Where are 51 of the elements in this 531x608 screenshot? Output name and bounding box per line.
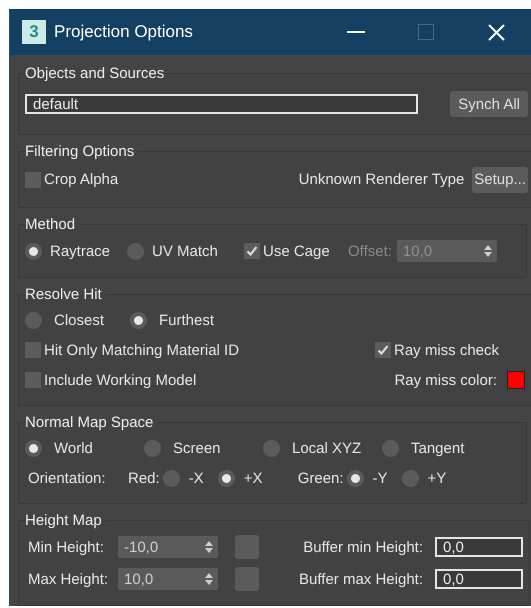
radio-option[interactable]: Closest bbox=[25, 312, 104, 328]
offset-label: Offset: bbox=[348, 242, 392, 260]
buffer-height-label: Buffer min Height: bbox=[303, 538, 423, 556]
renderer-label: Unknown Renderer Type bbox=[298, 171, 464, 188]
buffer-height-field[interactable]: 0,0 bbox=[435, 569, 523, 589]
checkmark-icon bbox=[377, 344, 389, 356]
minimize-icon bbox=[347, 31, 365, 33]
radio-option[interactable]: +Y bbox=[402, 470, 446, 486]
ray-miss-color-label: Ray miss color: bbox=[394, 372, 497, 388]
height-label: Min Height: bbox=[28, 538, 104, 556]
height-spinner[interactable]: 10,0 bbox=[118, 568, 218, 590]
section-title: Filtering Options bbox=[25, 143, 136, 160]
spinner-arrows-icon[interactable] bbox=[205, 573, 213, 585]
section-title: Objects and Sources bbox=[25, 65, 166, 82]
checkmark-icon bbox=[246, 245, 258, 257]
synch-all-button[interactable]: Synch All bbox=[450, 91, 528, 117]
height-spinner[interactable]: -10,0 bbox=[118, 536, 218, 558]
section-title: Method bbox=[25, 216, 76, 233]
radio-option[interactable]: Tangent bbox=[382, 440, 464, 456]
radio-option[interactable]: World bbox=[25, 440, 93, 456]
color-swatch[interactable] bbox=[507, 371, 525, 389]
channel-label: Green: bbox=[298, 470, 344, 486]
height-label: Max Height: bbox=[28, 570, 108, 588]
section-title: Height Map bbox=[25, 512, 103, 529]
radio-option[interactable]: UV Match bbox=[127, 242, 218, 260]
radio-option[interactable]: +X bbox=[218, 470, 262, 486]
section-title: Resolve Hit bbox=[25, 286, 103, 303]
channel-label: Red: bbox=[128, 470, 160, 486]
close-icon bbox=[488, 24, 504, 40]
orientation-label: Orientation: bbox=[28, 470, 106, 486]
buffer-height-label: Buffer max Height: bbox=[299, 570, 423, 588]
radio-option[interactable]: -Y bbox=[346, 470, 388, 486]
radio-option[interactable]: -X bbox=[162, 470, 204, 486]
setup-button[interactable]: Setup... bbox=[472, 166, 528, 192]
radio-option[interactable]: Local XYZ bbox=[263, 440, 362, 456]
buffer-height-field[interactable]: 0,0 bbox=[435, 537, 523, 557]
radio-option[interactable]: Furthest bbox=[130, 312, 214, 328]
app-icon: 3 bbox=[22, 20, 46, 44]
name-field[interactable]: default bbox=[25, 94, 418, 114]
spinner-arrows-icon[interactable] bbox=[205, 541, 213, 553]
checkbox-option[interactable]: Use Cage bbox=[244, 242, 330, 260]
window-title: Projection Options bbox=[54, 22, 194, 42]
section-title: Normal Map Space bbox=[25, 414, 154, 431]
maximize-icon bbox=[418, 24, 434, 40]
radio-option[interactable]: Raytrace bbox=[25, 242, 110, 260]
checkbox-option[interactable]: Hit Only Matching Material ID bbox=[25, 342, 240, 358]
checkbox-option[interactable]: Include Working Model bbox=[25, 372, 196, 388]
spinner-arrows-icon[interactable] bbox=[484, 245, 492, 257]
checkbox-option[interactable]: Crop Alpha bbox=[25, 171, 118, 188]
checkbox-option[interactable]: Ray miss check bbox=[375, 342, 500, 358]
radio-option[interactable]: Screen bbox=[144, 440, 221, 456]
